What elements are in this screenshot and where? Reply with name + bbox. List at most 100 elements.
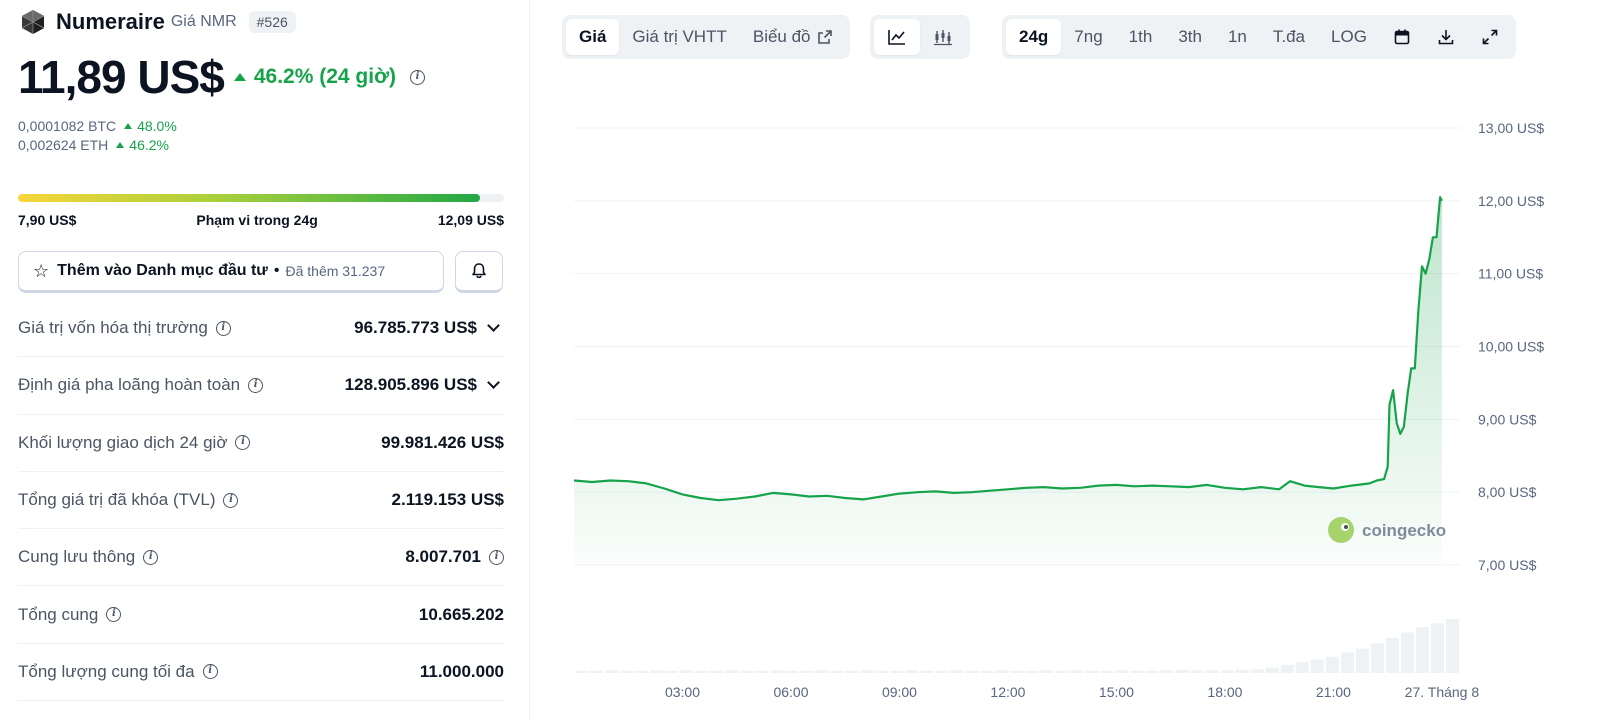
volume-bar (1190, 670, 1204, 673)
view-tab-group: Giá Giá trị VHTT Biểu đồ (562, 15, 850, 59)
range-7d[interactable]: 7ng (1061, 19, 1115, 55)
stat-value: 8.007.701 i (405, 547, 504, 567)
separator-dot: • (273, 262, 280, 279)
stat-value-text: 2.119.153 US$ (391, 490, 504, 510)
stat-tvl: Tổng giá trị đã khóa (TVL) i 2.119.153 U… (18, 472, 504, 530)
add-to-portfolio-button[interactable]: ☆ Thêm vào Danh mục đầu tư • Đã thêm 31.… (18, 251, 444, 293)
info-icon[interactable]: i (215, 320, 231, 336)
volume-bar (1400, 632, 1414, 673)
range-1m[interactable]: 1th (1116, 19, 1166, 55)
volume-bar (665, 670, 679, 673)
y-tick-label: 7,00 US$ (1478, 557, 1537, 573)
stat-fully-diluted-valuation: Định giá pha loãng hoàn toàn i 128.905.8… (18, 357, 504, 415)
stat-value-text: 8.007.701 (405, 547, 481, 567)
arrow-up-icon (233, 73, 246, 81)
stat-value-text: 99.981.426 US$ (381, 432, 504, 452)
volume-bar (1370, 643, 1384, 673)
info-icon[interactable]: i (143, 549, 159, 565)
stat-value-text: 96.785.773 US$ (354, 318, 477, 338)
eth-conversion: 0,002624 ETH 46.2% (18, 137, 169, 153)
btc-value: 0,0001082 BTC (18, 118, 117, 134)
volume-bar (620, 670, 634, 673)
x-tick-label: 03:00 (665, 684, 700, 700)
volume-bar (1340, 652, 1354, 673)
stat-value[interactable]: 96.785.773 US$ (354, 318, 504, 338)
chevron-down-icon[interactable] (487, 376, 500, 390)
volume-bar (1431, 623, 1444, 673)
info-icon[interactable]: i (410, 69, 425, 85)
stat-value-text: 128.905.896 US$ (344, 375, 477, 395)
info-icon[interactable]: i (202, 664, 218, 680)
range-1y[interactable]: 1n (1215, 19, 1260, 55)
volume-bar (575, 670, 588, 673)
candlestick-chart-button[interactable] (920, 19, 966, 55)
info-icon[interactable]: i (489, 549, 504, 565)
volume-bar (1085, 670, 1099, 673)
24h-range-bar (18, 194, 504, 202)
price-alert-button[interactable] (455, 251, 503, 293)
volume-bar (1145, 670, 1159, 673)
coingecko-logo-pupil (1344, 525, 1348, 529)
range-max[interactable]: T.đa (1260, 19, 1318, 55)
added-count: Đã thêm 31.237 (285, 263, 386, 279)
stat-market-cap: Giá trị vốn hóa thị trường i 96.785.773 … (18, 300, 504, 358)
volume-bar (1235, 669, 1249, 673)
date-picker-button[interactable] (1380, 19, 1424, 55)
y-tick-label: 13,00 US$ (1478, 120, 1544, 136)
stat-label-text: Cung lưu thông (18, 547, 136, 567)
fullscreen-button[interactable] (1468, 19, 1512, 55)
volume-bar (1205, 670, 1219, 673)
price-area (574, 197, 1442, 565)
info-icon[interactable]: i (106, 607, 122, 623)
volume-bar (935, 670, 949, 673)
price-line (573, 196, 1443, 502)
tab-chart-external[interactable]: Biểu đồ (740, 19, 846, 55)
coin-info-panel: Numeraire Giá NMR #526 11,89 US$ 46.2% (… (0, 0, 530, 719)
x-tick-label: 09:00 (882, 684, 917, 700)
log-scale-toggle[interactable]: LOG (1318, 19, 1380, 55)
external-link-icon (817, 30, 832, 44)
y-tick-label: 10,00 US$ (1478, 339, 1544, 355)
chevron-down-icon[interactable] (487, 319, 500, 333)
volume-bar (1100, 670, 1114, 673)
stat-value[interactable]: 128.905.896 US$ (345, 375, 504, 395)
volume-bar (845, 670, 859, 673)
stat-label-text: Khối lượng giao dịch 24 giờ (18, 432, 228, 452)
candlestick-chart-icon (934, 30, 952, 46)
stat-value: 99.981.426 US$ (381, 433, 504, 453)
info-icon[interactable]: i (235, 435, 251, 451)
volume-bar (1070, 670, 1084, 673)
price-row: 11,89 US$ 46.2% (24 giờ) i (18, 50, 425, 104)
x-tick-label: 18:00 (1207, 684, 1242, 700)
info-icon[interactable]: i (223, 492, 239, 508)
tab-market-cap[interactable]: Giá trị VHTT (619, 19, 739, 55)
volume-bar (905, 670, 919, 673)
volume-bar (1325, 656, 1339, 673)
add-to-portfolio-label: Thêm vào Danh mục đầu tư (57, 262, 268, 279)
volume-bar (635, 670, 649, 673)
stat-24h-volume: Khối lượng giao dịch 24 giờ i 99.981.426… (18, 415, 504, 472)
volume-bar (995, 670, 1009, 673)
y-tick-label: 12,00 US$ (1478, 193, 1544, 209)
stat-label-text: Tổng giá trị đã khóa (TVL) (18, 490, 216, 510)
download-button[interactable] (1424, 19, 1468, 55)
btc-change: 48.0% (124, 118, 177, 134)
range-3m[interactable]: 3th (1165, 19, 1215, 55)
tab-price[interactable]: Giá (566, 19, 620, 55)
x-tick-label: 15:00 (1099, 684, 1134, 700)
btc-conversion: 0,0001082 BTC 48.0% (18, 118, 177, 134)
stat-label-text: Giá trị vốn hóa thị trường (18, 318, 208, 338)
volume-bar (980, 670, 994, 673)
line-chart-button[interactable] (874, 19, 920, 55)
stat-label: Cung lưu thông i (18, 547, 159, 567)
info-icon[interactable]: i (248, 377, 264, 393)
download-icon (1438, 30, 1454, 45)
stat-total-supply: Tổng cung i 10.665.202 (18, 586, 504, 644)
volume-bar (1130, 670, 1144, 673)
btc-change-text: 48.0% (137, 118, 177, 134)
stat-label: Tổng lượng cung tối đa i (18, 662, 218, 682)
arrow-up-icon (124, 123, 133, 129)
range-24h[interactable]: 24g (1006, 19, 1062, 55)
volume-bar (965, 670, 979, 673)
chart-panel: 13,00 US$ 12,00 US$ 11,00 US$ 10,00 US$ 9,00… (531, 0, 1599, 719)
